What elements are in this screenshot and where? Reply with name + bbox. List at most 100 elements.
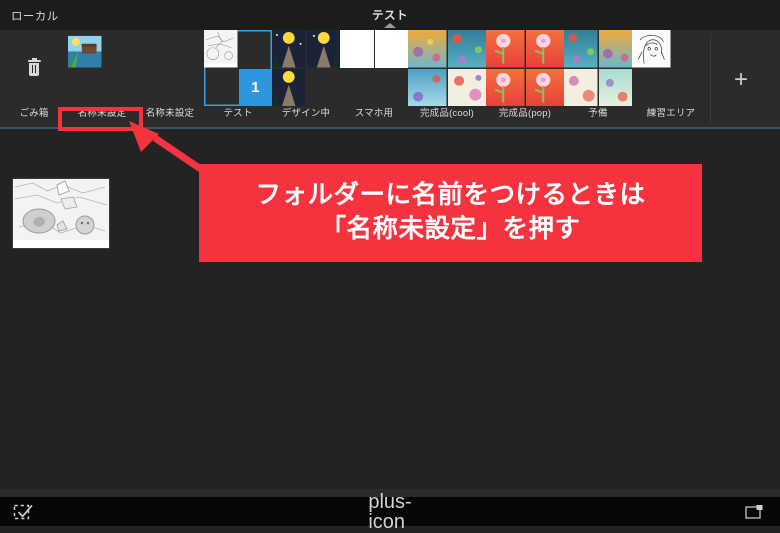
folder-label: デザイン中 [281, 108, 331, 119]
folder-thumbnail [340, 30, 408, 106]
folder-item-finished-pop[interactable]: 完成品(pop) [486, 30, 564, 129]
thumb-cell [447, 30, 486, 68]
thumb-cell [564, 30, 598, 68]
folder-item-finished-cool[interactable]: 完成品(cool) [408, 30, 486, 129]
artwork-poster-orange-icon [598, 30, 632, 68]
gallery-screen: ローカル テスト ごみ箱 名称未設定 名称未設定 1 テスト デザイン中 スマホ… [0, 0, 780, 532]
artwork-poster-pop-icon [486, 30, 525, 68]
artwork-sketch-icon [204, 30, 238, 68]
title-bar: ローカル テスト [0, 0, 780, 30]
thumb-cell [486, 68, 525, 106]
annotation-highlight-box [58, 107, 143, 131]
artwork-lineart-portrait-icon [632, 30, 671, 68]
folder-item-test[interactable]: 1 テスト [204, 30, 272, 129]
folder-thumbnail [68, 30, 136, 106]
artwork-night-icon [272, 68, 306, 106]
annotation-line-2: 「名称未設定」を押す [320, 215, 581, 243]
folder-label: ごみ箱 [19, 108, 49, 119]
canvas-thumbnail[interactable] [13, 179, 109, 248]
folder-thumbnail: 1 [204, 30, 272, 106]
thumb-cell [632, 30, 671, 68]
thumb-cell [525, 68, 564, 106]
current-folder-title: テスト [372, 10, 408, 22]
artwork-poster-pop-icon [486, 68, 525, 106]
thumb-cell [171, 69, 205, 107]
thumb-cell [598, 30, 632, 68]
artwork-poster-blue-icon [408, 68, 447, 106]
folder-item-untitled-2[interactable]: 名称未設定 [136, 30, 204, 129]
folder-label: スマホ用 [354, 108, 394, 119]
folder-thumbnail [632, 30, 710, 106]
artwork-poster-pop-icon [525, 30, 564, 68]
folder-thumb-grid [632, 30, 710, 106]
artwork-poster-teal-icon [564, 30, 598, 68]
folder-item-smartphone[interactable]: スマホ用 [340, 30, 408, 129]
folder-thumbnail [272, 30, 340, 106]
artwork-poster-cream-icon [447, 68, 486, 106]
folder-thumbnail [486, 30, 564, 106]
folder-thumb-grid: 1 [204, 30, 272, 106]
thumb-cell [486, 30, 525, 68]
thumb-cell [340, 30, 374, 68]
folder-thumbnail [0, 30, 68, 106]
bottom-toolbar: plus-icon [0, 492, 780, 532]
annotation-callout: フォルダーに名前をつけるときは 「名称未設定」を押す [199, 164, 702, 262]
folder-label: 完成品(cool) [419, 108, 475, 119]
thumb-cell [68, 69, 102, 107]
caret-up-icon [384, 23, 396, 28]
thumb-cell [103, 69, 137, 107]
thumb-cell [447, 68, 486, 106]
folder-label: 予備 [588, 108, 608, 119]
thumb-cell [103, 30, 137, 68]
folder-thumb-grid [408, 30, 486, 106]
select-check-icon[interactable] [6, 497, 40, 526]
artwork-night-icon [272, 30, 306, 68]
pencil-sketch-icon [13, 179, 109, 248]
folder-label: 練習エリア [646, 108, 696, 119]
thumb-cell [306, 30, 340, 68]
folder-thumb-grid [340, 30, 408, 106]
artwork-poster-orange-icon [408, 30, 447, 68]
artwork-poster-mint-icon [598, 68, 632, 106]
folder-item-spare[interactable]: 予備 [564, 30, 632, 129]
thumb-cell [204, 69, 238, 107]
artwork-poster-teal-icon [447, 30, 486, 68]
artwork-beach-icon [68, 35, 102, 68]
add-folder-button[interactable]: + [711, 30, 771, 129]
thumb-cell [68, 30, 102, 68]
thumb-cell [272, 30, 306, 68]
import-image-glyph [745, 504, 763, 519]
thumb-cell [408, 68, 447, 106]
folder-item-practice[interactable]: 練習エリア [632, 30, 710, 129]
folder-thumbnail [408, 30, 486, 106]
thumb-cell [408, 30, 447, 68]
thumb-cell [598, 68, 632, 106]
folder-label: 完成品(pop) [498, 108, 552, 119]
thumb-count-badge: 1 [238, 68, 272, 106]
folder-thumbnail [564, 30, 632, 106]
artwork-night-icon [306, 30, 340, 68]
artwork-poster-cream-icon [564, 68, 598, 106]
add-canvas-button[interactable]: plus-icon [368, 492, 411, 532]
thumb-cell [171, 30, 205, 68]
thumb-cell [307, 69, 341, 107]
thumb-cell [239, 30, 273, 68]
thumb-cell [632, 69, 671, 107]
import-image-button[interactable] [738, 497, 772, 526]
folder-label: テスト [223, 108, 253, 119]
thumb-cell [672, 69, 711, 107]
folder-item-designing[interactable]: デザイン中 [272, 30, 340, 129]
folder-thumb-grid [68, 30, 136, 106]
thumb-cell [564, 68, 598, 106]
folder-thumb-grid [272, 30, 340, 106]
folder-thumbnail [136, 30, 204, 106]
thumb-cell [375, 69, 409, 107]
folder-thumb-grid [486, 30, 564, 106]
select-check-glyph [13, 504, 33, 519]
thumb-cell [340, 69, 374, 107]
thumb-cell [136, 30, 170, 68]
thumb-cell [136, 69, 170, 107]
annotation-line-1: フォルダーに名前をつけるときは [255, 181, 646, 210]
thumb-cell [272, 68, 306, 106]
thumb-cell [204, 30, 238, 68]
